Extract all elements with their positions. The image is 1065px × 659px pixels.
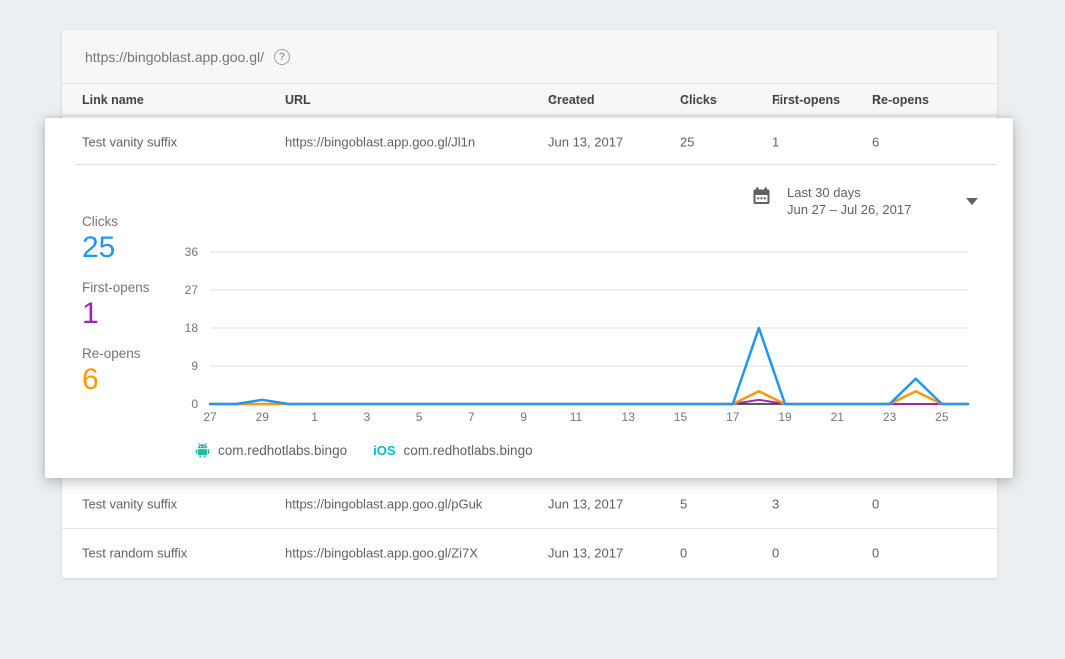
stat-first-opens: First-opens 1 [82, 280, 150, 331]
table-row[interactable]: Test vanity suffix https://bingoblast.ap… [62, 480, 997, 528]
svg-text:7: 7 [468, 410, 475, 424]
date-range-value: Jun 27 – Jul 26, 2017 [787, 201, 911, 218]
date-range-label: Last 30 days [787, 184, 911, 201]
svg-text:21: 21 [831, 410, 845, 424]
svg-text:15: 15 [674, 410, 688, 424]
table-header-row: Link name URL Created↑ Clicks↓ First-ope… [62, 84, 997, 116]
cell-first-opens: 0 [772, 545, 779, 560]
table-row[interactable]: Test random suffix https://bingoblast.ap… [62, 528, 997, 576]
sort-up-icon: ↑ [551, 93, 557, 107]
svg-text:27: 27 [203, 410, 217, 424]
cell-created: Jun 13, 2017 [548, 545, 623, 560]
svg-text:23: 23 [883, 410, 897, 424]
base-url-header: https://bingoblast.app.goo.gl/ ? [62, 30, 997, 84]
cell-first-opens: 3 [772, 497, 779, 512]
legend-item-ios: iOS com.redhotlabs.bingo [373, 443, 533, 458]
calendar-icon [752, 187, 771, 206]
stat-re-opens: Re-opens 6 [82, 346, 150, 397]
stat-value: 6 [82, 363, 150, 397]
cell-created: Jun 13, 2017 [548, 134, 623, 149]
expanded-link-detail-card: Test vanity suffix https://bingoblast.ap… [45, 118, 1013, 478]
chart-canvas: 091827362729135791113151719212325 [165, 243, 1010, 428]
cell-created: Jun 13, 2017 [548, 497, 623, 512]
stat-label: First-opens [82, 280, 150, 295]
cell-link-name: Test random suffix [82, 545, 187, 560]
legend-label: com.redhotlabs.bingo [404, 443, 533, 458]
sort-down-icon: ↓ [875, 93, 881, 107]
help-icon[interactable]: ? [274, 49, 290, 65]
legend-label: com.redhotlabs.bingo [218, 443, 347, 458]
expanded-table-row[interactable]: Test vanity suffix https://bingoblast.ap… [45, 118, 1013, 165]
sort-down-icon: ↓ [683, 93, 689, 107]
stat-clicks: Clicks 25 [82, 214, 150, 265]
svg-text:5: 5 [416, 410, 423, 424]
cell-url: https://bingoblast.app.goo.gl/pGuk [285, 497, 482, 512]
stat-value: 25 [82, 231, 150, 265]
legend-item-android: com.redhotlabs.bingo [195, 442, 347, 458]
cell-first-opens: 1 [772, 134, 779, 149]
cell-url: https://bingoblast.app.goo.gl/Zi7X [285, 545, 478, 560]
svg-text:36: 36 [185, 245, 199, 259]
analytics-line-chart: 091827362729135791113151719212325 [165, 243, 1010, 428]
chart-legend: com.redhotlabs.bingo iOS com.redhotlabs.… [195, 442, 533, 458]
svg-text:29: 29 [256, 410, 270, 424]
stat-label: Clicks [82, 214, 150, 229]
svg-text:18: 18 [185, 321, 199, 335]
svg-text:19: 19 [778, 410, 792, 424]
svg-text:9: 9 [520, 410, 527, 424]
sort-down-icon: ↓ [775, 93, 781, 107]
svg-text:25: 25 [935, 410, 949, 424]
svg-text:27: 27 [185, 283, 199, 297]
svg-text:13: 13 [622, 410, 636, 424]
svg-text:1: 1 [311, 410, 318, 424]
base-url-text: https://bingoblast.app.goo.gl/ [85, 49, 264, 65]
ios-icon: iOS [373, 443, 395, 458]
stat-label: Re-opens [82, 346, 150, 361]
cell-link-name: Test vanity suffix [82, 134, 177, 149]
cell-re-opens: 0 [872, 497, 879, 512]
svg-text:9: 9 [191, 359, 198, 373]
chevron-down-icon[interactable] [966, 198, 978, 205]
svg-text:17: 17 [726, 410, 740, 424]
android-icon [195, 442, 210, 458]
row-divider [75, 164, 997, 165]
stat-value: 1 [82, 297, 150, 331]
date-range-selector[interactable]: Last 30 days Jun 27 – Jul 26, 2017 [752, 184, 911, 218]
cell-clicks: 0 [680, 545, 687, 560]
cell-url: https://bingoblast.app.goo.gl/Jl1n [285, 134, 475, 149]
stats-summary: Clicks 25 First-opens 1 Re-opens 6 [82, 214, 150, 412]
svg-text:3: 3 [363, 410, 370, 424]
cell-re-opens: 0 [872, 545, 879, 560]
cell-clicks: 5 [680, 497, 687, 512]
cell-link-name: Test vanity suffix [82, 497, 177, 512]
svg-text:11: 11 [570, 410, 583, 424]
cell-re-opens: 6 [872, 134, 879, 149]
svg-text:0: 0 [191, 397, 198, 411]
cell-clicks: 25 [680, 134, 694, 149]
